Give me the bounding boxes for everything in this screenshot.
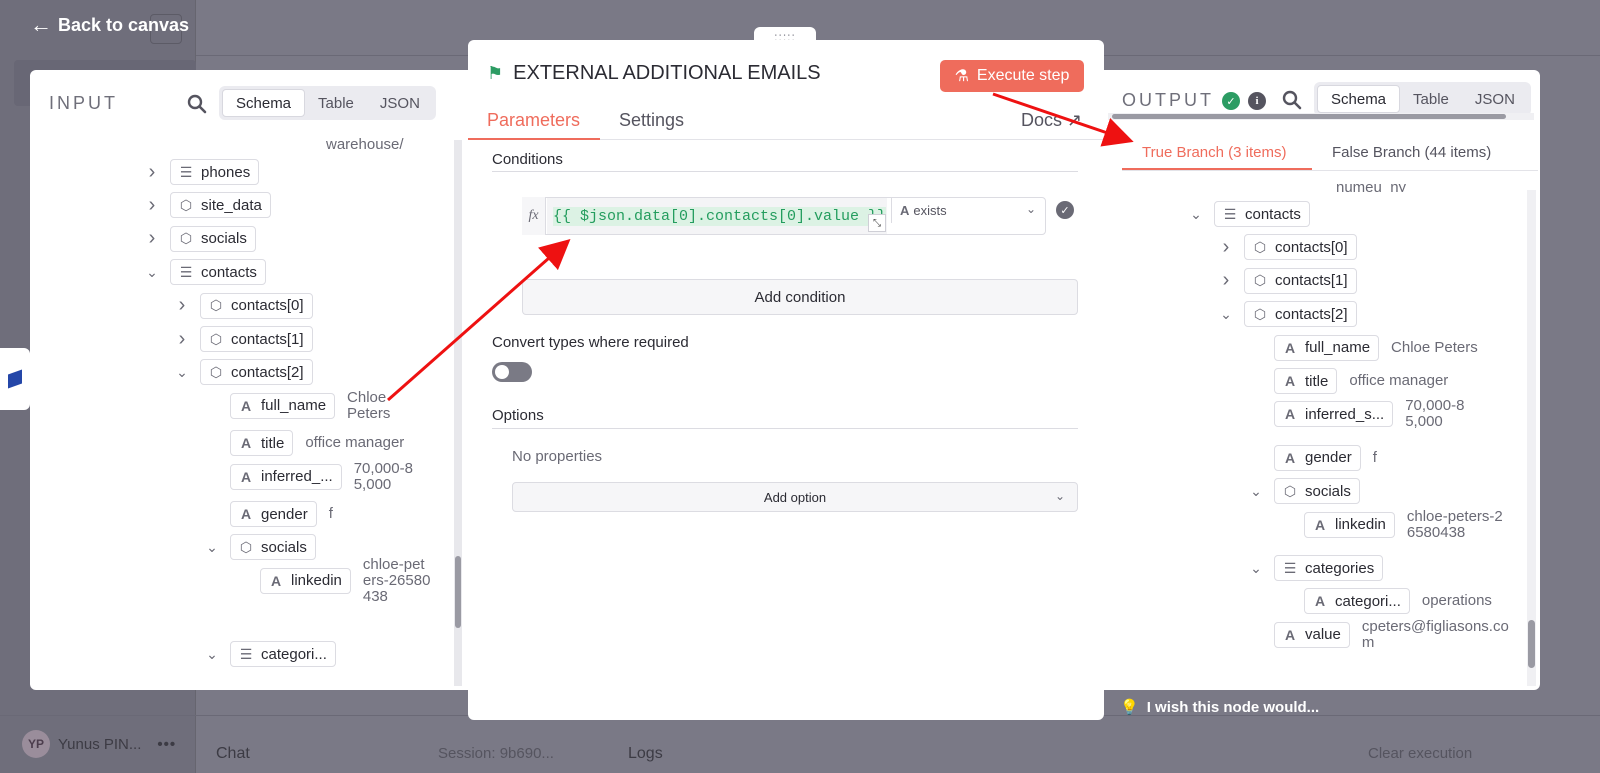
annotation-arrow-expression [387, 239, 571, 402]
annotation-arrows [387, 92, 1134, 402]
annotation-arrow-true-branch [992, 92, 1134, 147]
